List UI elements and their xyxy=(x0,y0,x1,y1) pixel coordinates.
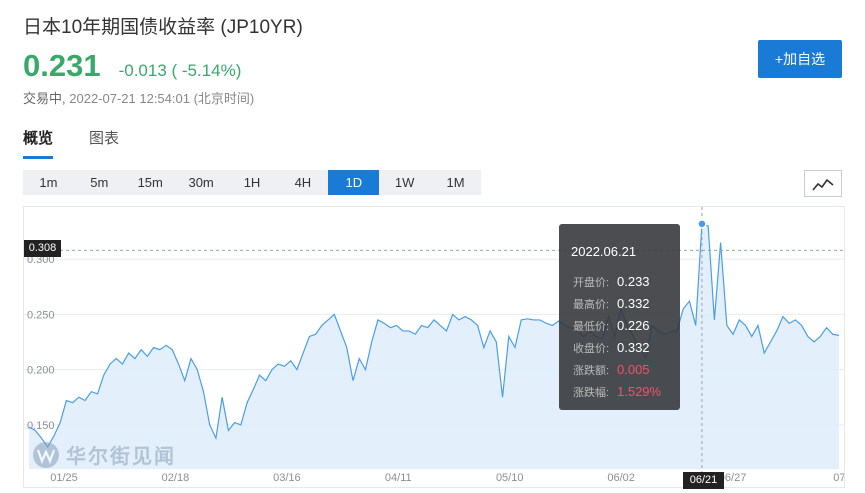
ohlc-tooltip: 2022.06.21 开盘价: 0.233 最高价: 0.332 最低价: 0.… xyxy=(559,224,680,410)
range-5m[interactable]: 5m xyxy=(74,170,125,195)
tooltip-value: 0.332 xyxy=(617,340,650,355)
tooltip-date: 2022.06.21 xyxy=(571,244,637,259)
highlight-point xyxy=(697,219,707,229)
tooltip-row-change-pct: 涨跌幅: 1.529% xyxy=(573,384,661,400)
page-title: 日本10年期国债收益率 (JP10YR) xyxy=(23,17,303,38)
y-tick-label: 0.250 xyxy=(27,309,55,321)
tooltip-row-change: 涨跌额: 0.005 xyxy=(573,362,650,378)
y-tick-label: 0.200 xyxy=(27,365,55,377)
x-tick-label: 04/11 xyxy=(385,472,412,484)
trading-status: 交易中, 2022-07-21 12:54:01 (北京时间) xyxy=(23,88,254,107)
range-1m[interactable]: 1m xyxy=(23,170,74,195)
watermark-text: 华尔街见闻 xyxy=(66,446,176,468)
range-4h[interactable]: 4H xyxy=(277,170,328,195)
tooltip-row-high: 最高价: 0.332 xyxy=(573,296,650,312)
tab-chart[interactable]: 图表 xyxy=(89,127,119,159)
tooltip-key: 收盘价: xyxy=(573,343,610,355)
x-tick-label: 06/02 xyxy=(607,472,635,484)
tooltip-key: 最低价: xyxy=(573,321,610,333)
tooltip-value: 0.226 xyxy=(617,318,650,333)
price-change: -0.013 ( -5.14%) xyxy=(118,61,242,80)
x-tick-label: 03/16 xyxy=(273,472,301,484)
x-tick-label: 05/10 xyxy=(496,472,524,484)
current-price: 0.231 xyxy=(23,48,101,83)
status-label: 交易中, xyxy=(23,91,66,106)
tab-overview[interactable]: 概览 xyxy=(23,127,54,159)
chart-type-toggle[interactable] xyxy=(804,170,842,197)
line-chart-icon xyxy=(812,178,834,191)
range-1d[interactable]: 1D xyxy=(328,170,380,195)
range-1w[interactable]: 1W xyxy=(379,170,430,195)
price-row: 0.231 -0.013 ( -5.14%) xyxy=(23,48,241,84)
tooltip-row-open: 开盘价: 0.233 xyxy=(573,274,650,290)
tab-bar: 概览 图表 xyxy=(23,127,155,159)
crosshair-date-tag: 06/21 xyxy=(683,472,724,489)
tooltip-row-close: 收盘价: 0.332 xyxy=(573,340,650,356)
range-30m[interactable]: 30m xyxy=(176,170,227,195)
tooltip-key: 涨跌额: xyxy=(573,365,610,377)
tooltip-key: 最高价: xyxy=(573,299,610,311)
x-tick-label: 07/2 xyxy=(833,472,844,484)
tooltip-key: 涨跌幅: xyxy=(573,387,610,399)
range-1h[interactable]: 1H xyxy=(227,170,278,195)
tooltip-row-low: 最低价: 0.226 xyxy=(573,318,650,334)
tooltip-key: 开盘价: xyxy=(573,277,610,289)
range-1mo[interactable]: 1M xyxy=(430,170,481,195)
tooltip-value: 0.233 xyxy=(617,274,650,289)
watermark: 华尔街见闻 xyxy=(32,440,176,469)
tooltip-value: 1.529% xyxy=(617,384,662,399)
tooltip-value: 0.332 xyxy=(617,296,650,311)
add-watchlist-button[interactable]: +加自选 xyxy=(758,40,842,78)
tooltip-value: 0.005 xyxy=(617,362,650,377)
timestamp: 2022-07-21 12:54:01 (北京时间) xyxy=(69,91,255,106)
x-tick-label: 02/18 xyxy=(162,472,190,484)
range-15m[interactable]: 15m xyxy=(125,170,176,195)
x-tick-label: 01/25 xyxy=(50,472,78,484)
brand-logo-icon xyxy=(33,441,59,468)
area-fill xyxy=(29,223,839,469)
time-range-selector: 1m 5m 15m 30m 1H 4H 1D 1W 1M xyxy=(23,170,481,195)
crosshair-price-tag: 0.308 xyxy=(24,240,61,257)
